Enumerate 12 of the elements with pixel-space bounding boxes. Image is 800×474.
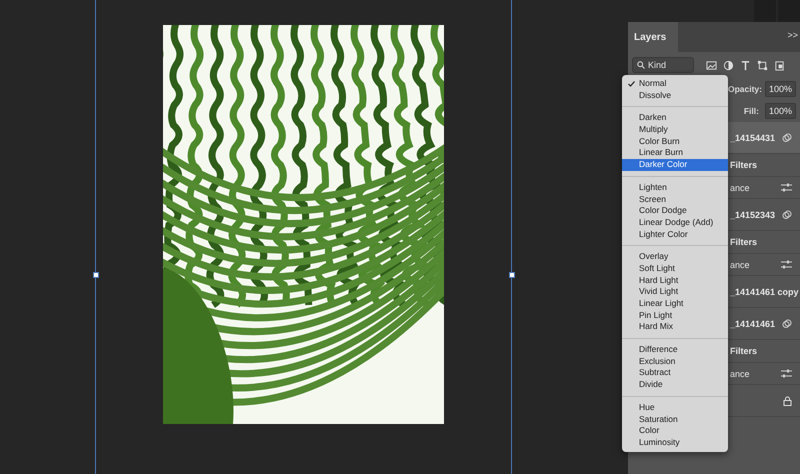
layer-name: _14141461 xyxy=(730,318,776,328)
layer-name: _14152343 xyxy=(730,210,776,220)
opacity-label: Opacity: xyxy=(728,84,762,94)
smart-filters-label: Filters xyxy=(730,160,758,170)
filter-name: ance xyxy=(730,260,750,270)
layer-name: _14154431 xyxy=(730,132,776,142)
fill-label: Fill: xyxy=(744,106,759,116)
filter-name: ance xyxy=(730,368,750,378)
smart-filters-label: Filters xyxy=(730,237,758,247)
layer-name: _14141461 copy xyxy=(730,286,799,296)
filter-name: ance xyxy=(730,182,750,192)
smart-filters-label: Filters xyxy=(730,346,758,356)
